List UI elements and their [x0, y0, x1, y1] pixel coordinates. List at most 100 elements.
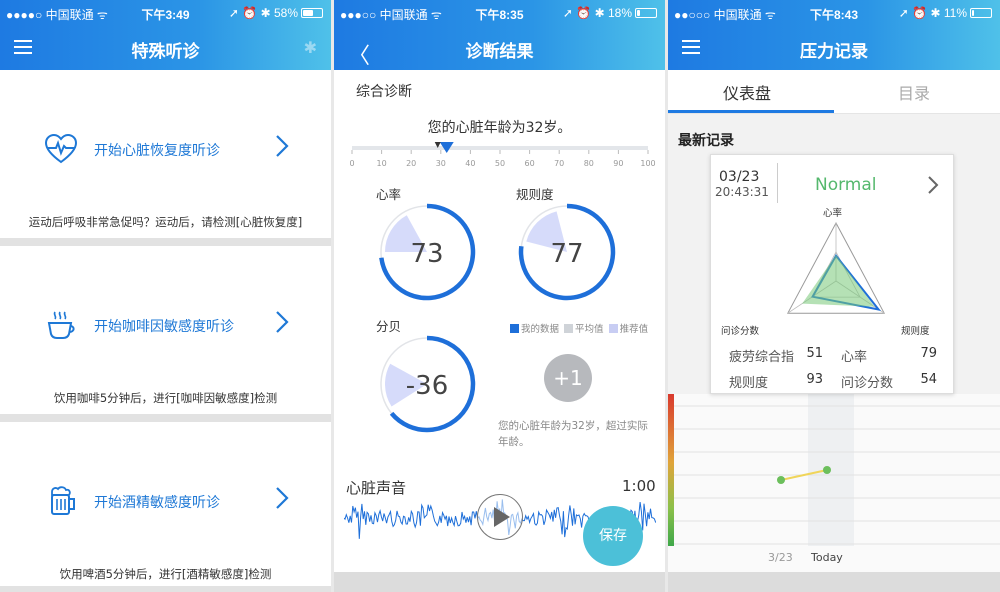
chevron-right-icon[interactable]: [927, 175, 939, 195]
battery-fill: [972, 10, 974, 16]
section-title: 综合诊断: [356, 84, 412, 100]
scale-tick-label: 100: [640, 159, 655, 168]
radar-label-regularity: 规则度: [901, 326, 930, 337]
tab-dashboard[interactable]: 仪表盘: [723, 80, 771, 104]
battery-fill: [637, 10, 640, 16]
battery-percent: 11%: [943, 6, 967, 20]
scale-tick-label: 50: [495, 159, 505, 168]
x-label-date: 3/23: [768, 551, 793, 564]
chevron-right-icon: [276, 487, 289, 509]
caffeine-desc: 饮用咖啡5分钟后，进行[咖啡因敏感度]检测: [53, 391, 278, 405]
radar-label-score: 问诊分数: [721, 326, 760, 337]
alcohol-desc: 饮用啤酒5分钟后，进行[酒精敏感度]检测: [59, 567, 272, 581]
scale-tick-label: 20: [406, 159, 416, 168]
record-date: 03/23: [719, 169, 760, 185]
heart-rate-gauge: 73: [379, 203, 476, 301]
heart-age-text: 您的心脏年龄为32岁。: [427, 120, 572, 136]
battery-percent: 58%: [273, 6, 298, 20]
heart-recovery-label: 开始心脏恢复度听诊: [94, 143, 220, 159]
stat-regularity-name: 规则度: [729, 376, 769, 391]
alcohol-label: 开始酒精敏感度听诊: [94, 495, 220, 511]
beer-mug-icon: [51, 486, 75, 515]
play-icon: [494, 507, 510, 527]
bluetooth-icon[interactable]: ✱: [304, 38, 317, 57]
scale-tick-label: 80: [584, 159, 594, 168]
gauge-legend: 我的数据 平均值 推荐值: [510, 321, 648, 335]
stat-fatigue-name: 疲劳综合指: [729, 350, 795, 365]
stat-score-name: 问诊分数: [841, 376, 894, 391]
scale-tick-label: 90: [613, 159, 623, 168]
chevron-right-icon: [276, 135, 289, 157]
screen-diagnosis-result: ●●●○○ 中国联通 ᯤ 下午8:35 ➚ ⏰ ✱ 18% 〈 诊断结果 综合诊…: [334, 0, 665, 592]
scale-tick-label: 0: [349, 159, 354, 168]
chevron-right-icon: [276, 311, 289, 333]
divider: [0, 586, 331, 592]
plus-one-badge[interactable]: +1: [544, 354, 592, 402]
legend-swatch: [510, 324, 519, 333]
decibel-gauge: -36: [380, 335, 476, 433]
page-title: 诊断结果: [465, 42, 534, 62]
bottom-bar: [334, 572, 665, 592]
legend-swatch: [564, 324, 574, 333]
battery-percent: 18%: [607, 6, 632, 20]
heart-age-note: 您的心脏年龄为32岁，超过实际年龄。: [498, 420, 648, 448]
status-bar: ●●●○○ 中国联通 ᯤ 下午8:35 ➚ ⏰ ✱ 18%: [334, 0, 665, 26]
bottom-bar: [668, 572, 1000, 592]
latest-record-card[interactable]: 03/23 20:43:31 Normal 心率 问诊分数 规则度 疲劳综合指 …: [710, 154, 954, 394]
status-bar: ●●○○○ 中国联通 ᯤ 下午8:43 ➚ ⏰ ✱ 11%: [668, 0, 1000, 26]
status-icons: ➚ ⏰ ✱: [228, 6, 271, 20]
status-bar: ●●●●○ 中国联通 ᯤ 下午3:49 ➚ ⏰ ✱ 58%: [0, 0, 331, 26]
record-time: 20:43:31: [715, 185, 769, 199]
legend-mine: 我的数据: [521, 324, 560, 335]
nav-bar: ●●○○○ 中国联通 ᯤ 下午8:43 ➚ ⏰ ✱ 11% 压力记录: [668, 0, 1000, 70]
caffeine-label: 开始咖啡因敏感度听诊: [94, 319, 234, 335]
gauge-value: 73: [410, 239, 443, 269]
divider: [0, 238, 331, 246]
page-title: 特殊听诊: [131, 42, 200, 62]
stat-regularity-value: 93: [806, 372, 823, 387]
divider: [0, 414, 331, 422]
stat-heart-rate-name: 心率: [841, 350, 868, 365]
page-title: 压力记录: [800, 42, 868, 62]
status-icons: ➚ ⏰ ✱: [898, 6, 941, 20]
data-point[interactable]: [777, 476, 785, 484]
tab-catalog[interactable]: 目录: [898, 80, 930, 104]
stat-fatigue-value: 51: [806, 346, 823, 361]
latest-record-title: 最新记录: [678, 133, 734, 149]
section-header: 最新记录: [668, 114, 1000, 154]
stress-trend-chart: [668, 394, 1000, 572]
legend-swatch: [608, 324, 618, 333]
start-alcohol-button[interactable]: 开始酒精敏感度听诊: [0, 482, 331, 522]
start-heart-recovery-button[interactable]: 开始心脏恢复度听诊: [0, 130, 331, 170]
screen-special-auscultation: ●●●●○ 中国联通 ᯤ 下午3:49 ➚ ⏰ ✱ 58% 特殊听诊 ✱ 开始心…: [0, 0, 331, 592]
status-icons: ➚ ⏰ ✱: [562, 6, 605, 20]
scale-tick-label: 30: [436, 159, 446, 168]
legend-average: 平均值: [575, 324, 604, 335]
battery-icon: [970, 8, 992, 18]
data-point[interactable]: [823, 466, 831, 474]
scale-track: [352, 146, 648, 150]
scale-tick-label: 60: [525, 159, 535, 168]
radar-label-heart-rate: 心率: [823, 208, 843, 219]
age-scale: 0 10 20 30 40 50 60 70 80 90 100: [349, 142, 656, 168]
save-button[interactable]: 保存: [583, 506, 643, 566]
stat-heart-rate-value: 79: [920, 346, 937, 361]
status-right: ➚ ⏰ ✱ 11%: [899, 6, 992, 20]
scale-tick-label: 10: [377, 159, 387, 168]
status-right: ➚ ⏰ ✱ 18%: [563, 6, 657, 20]
regularity-gauge: 77: [518, 203, 616, 301]
gauge-value: -36: [406, 371, 448, 401]
tab-indicator: [668, 110, 834, 113]
legend-recommended: 推荐值: [619, 324, 649, 335]
start-caffeine-button[interactable]: 开始咖啡因敏感度听诊: [0, 306, 331, 346]
play-button[interactable]: [477, 494, 523, 540]
scale-tick-label: 40: [465, 159, 475, 168]
heart-recovery-desc: 运动后呼吸非常急促吗？运动后，请检测[心脏恢复度]: [28, 215, 303, 229]
nav-bar: ●●●○○ 中国联通 ᯤ 下午8:35 ➚ ⏰ ✱ 18% 〈 诊断结果: [334, 0, 665, 70]
radar-series-reference: [802, 254, 875, 307]
battery-icon: [635, 8, 657, 18]
heart-pulse-icon: [44, 134, 78, 164]
status-right: ➚ ⏰ ✱ 58%: [229, 6, 323, 20]
gauge-value: 77: [550, 239, 583, 269]
tab-bar: 仪表盘 目录: [668, 70, 1000, 114]
